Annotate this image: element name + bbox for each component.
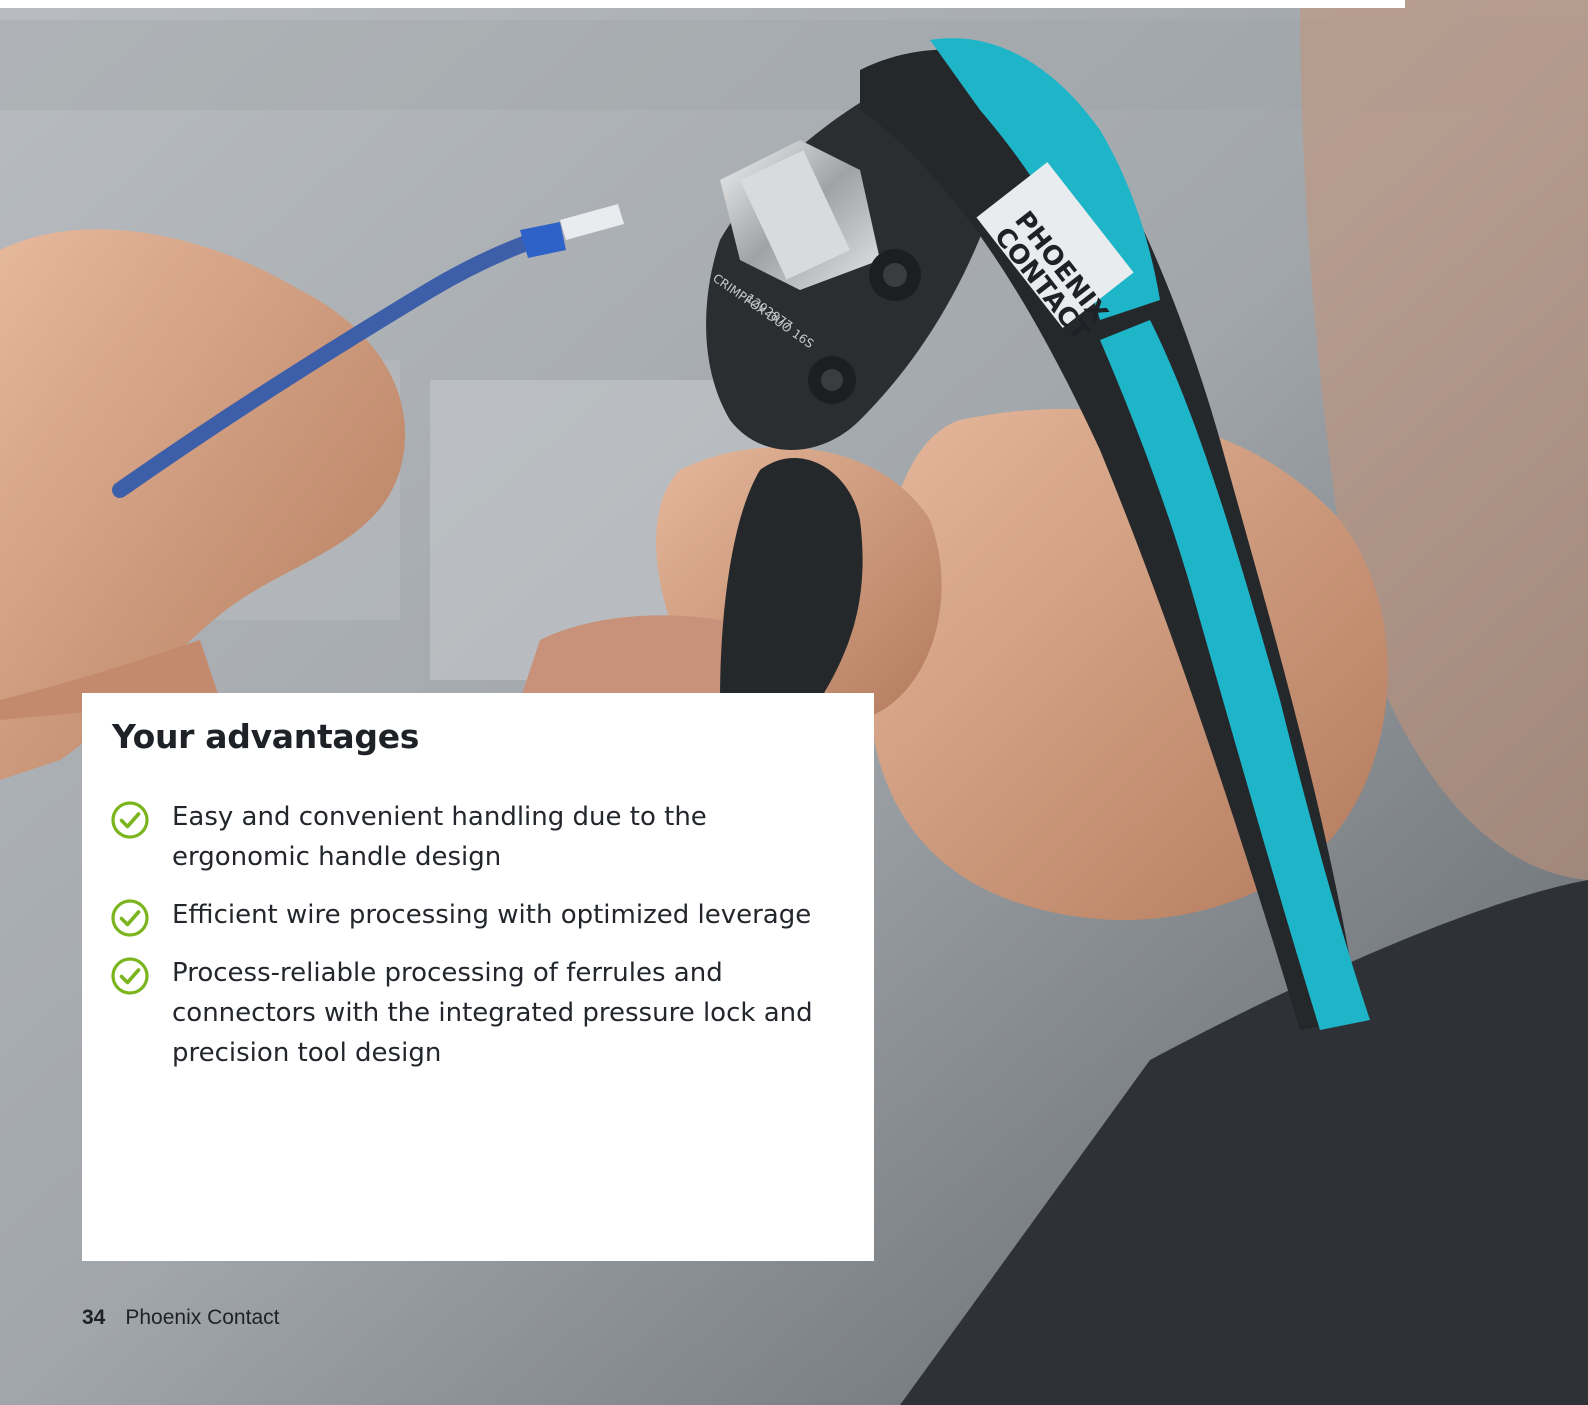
page-footer: 34 Phoenix Contact bbox=[82, 1306, 279, 1330]
card-title: Your advantages bbox=[112, 717, 420, 756]
list-item: Easy and convenient handling due to the … bbox=[110, 797, 850, 877]
check-circle-icon bbox=[111, 899, 149, 937]
check-circle-icon bbox=[111, 801, 149, 839]
advantage-text: Easy and convenient handling due to the … bbox=[172, 802, 707, 872]
page-number: 34 bbox=[82, 1306, 106, 1329]
top-white-strip bbox=[0, 0, 1405, 8]
advantage-text: Efficient wire processing with optimized… bbox=[172, 900, 812, 930]
list-item: Efficient wire processing with optimized… bbox=[110, 895, 850, 937]
advantage-text: Process-reliable processing of ferrules … bbox=[172, 958, 813, 1068]
list-item: Process-reliable processing of ferrules … bbox=[110, 953, 850, 1073]
advantages-card: Your advantages Easy and convenient hand… bbox=[82, 693, 874, 1261]
advantages-list: Easy and convenient handling due to the … bbox=[110, 797, 850, 1091]
check-circle-icon bbox=[111, 957, 149, 995]
company-name: Phoenix Contact bbox=[125, 1306, 280, 1329]
